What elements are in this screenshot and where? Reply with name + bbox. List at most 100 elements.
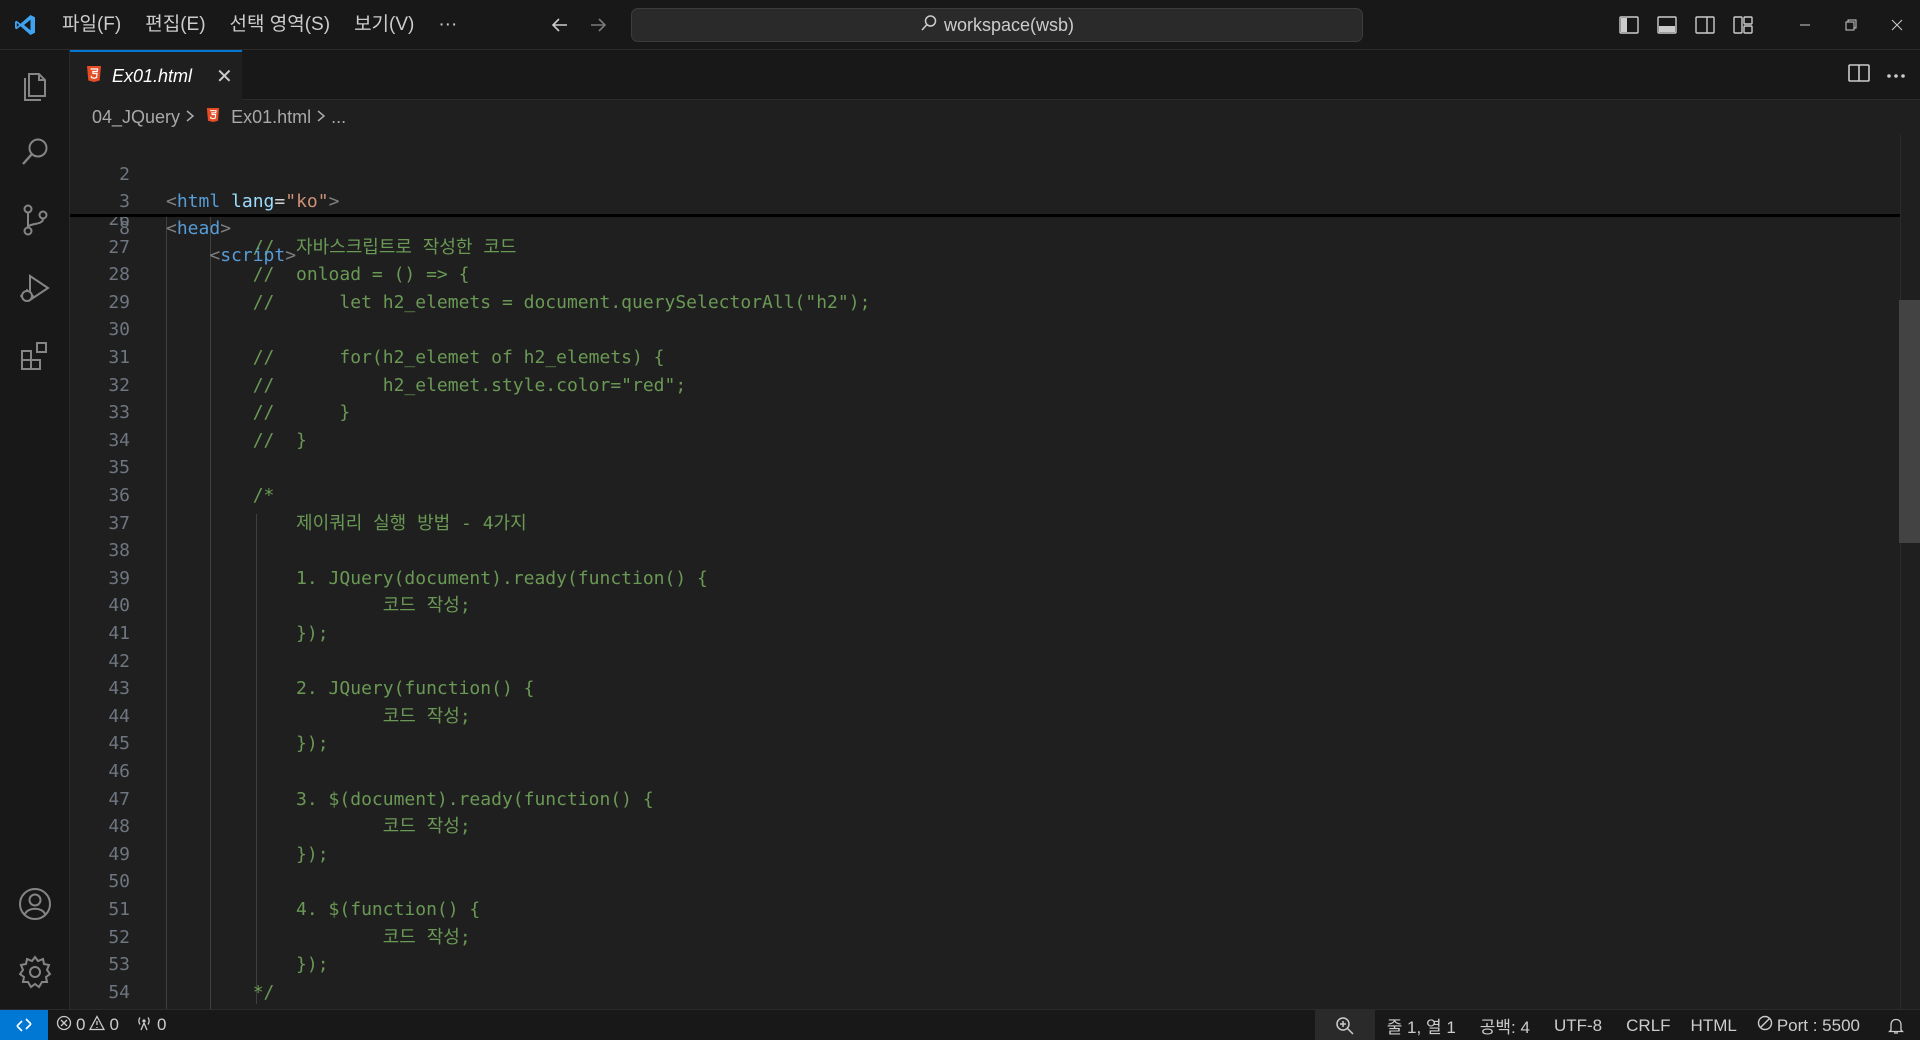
chevron-right-icon [185,107,195,128]
html5-icon [206,107,220,128]
code-line[interactable]: 33 // } [70,399,1900,426]
code-line[interactable]: 32 // h2_elemet.style.color="red"; [70,372,1900,399]
bell-icon[interactable] [1872,1010,1920,1040]
code-editor[interactable]: 2 <html lang="ko"> 3 <head> 8 <script> 2… [70,134,1920,1009]
menu-edit[interactable]: 편집(E) [133,0,217,50]
live-server-port[interactable]: Port : 5500 [1745,1010,1872,1040]
line-number: 32 [108,374,130,396]
line-number: 54 [108,981,130,1003]
tab-ex01-html[interactable]: Ex01.html ✕ [70,50,242,100]
command-center-search[interactable]: workspace(wsb) [631,8,1363,42]
line-number: 45 [108,733,130,755]
code-line[interactable]: 43 2. JQuery(function() { [70,675,1900,702]
run-debug-icon[interactable] [0,254,70,322]
language-mode[interactable]: HTML [1683,1010,1745,1040]
warning-icon [89,1014,106,1036]
code-line[interactable]: 52 코드 작성; [70,924,1900,951]
sticky-line[interactable]: 2 <html lang="ko"> [70,134,1900,212]
code-text: 제이쿼리 실행 방법 - 4가지 [166,512,527,534]
search-view-icon[interactable] [0,118,70,186]
code-text: /* [166,485,275,506]
code-line[interactable]: 40 코드 작성; [70,592,1900,619]
status-bar: 0 0 0 줄 1, 열 1 공백: 4 UTF-8 CRLF HTML Por… [0,1009,1920,1040]
line-number: 52 [108,926,130,948]
settings-gear-icon[interactable] [0,938,70,1006]
code-text: 코드 작성; [166,705,471,727]
line-number: 38 [108,540,130,562]
code-line[interactable]: 36 /* [70,482,1900,509]
menu-more[interactable]: ··· [426,0,469,50]
code-line[interactable]: 35 [70,454,1900,481]
forward-arrow-icon[interactable] [586,13,610,37]
title-bar: 파일(F) 편집(E) 선택 영역(S) 보기(V) ··· workspace… [0,0,1920,50]
eol-status[interactable]: CRLF [1614,1010,1682,1040]
code-line[interactable]: 27 // 자바스크립트로 작성한 코드 [70,234,1900,261]
restore-icon[interactable] [1828,0,1874,50]
ports-status[interactable]: 0 [127,1010,174,1040]
code-line[interactable]: 53 }); [70,951,1900,978]
tab-close-icon[interactable]: ✕ [216,64,233,89]
account-icon[interactable] [0,870,70,938]
vertical-scrollbar[interactable] [1900,134,1920,1009]
code-line[interactable]: 54 */ [70,979,1900,1006]
code-line[interactable]: 45 }); [70,730,1900,757]
navigation-arrows [548,0,610,50]
remote-indicator-icon[interactable] [0,1009,48,1040]
menu-file[interactable]: 파일(F) [50,0,133,50]
code-line[interactable]: 42 [70,648,1900,675]
code-line[interactable]: 34 // } [70,427,1900,454]
code-line[interactable]: 41 }); [70,620,1900,647]
explorer-icon[interactable] [0,50,70,118]
toggle-secondary-sidebar-icon[interactable] [1686,0,1724,50]
code-line[interactable]: 46 [70,758,1900,785]
code-text: }); [166,733,329,755]
vscode-logo-icon [0,0,50,50]
code-line[interactable]: 29 // let h2_elemets = document.querySel… [70,289,1900,316]
code-line[interactable]: 47 3. $(document).ready(function() { [70,786,1900,813]
source-control-icon[interactable] [0,186,70,254]
extensions-icon[interactable] [0,322,70,390]
code-line[interactable]: 39 1. JQuery(document).ready(function() … [70,565,1900,592]
sticky-line[interactable]: 8 <script> [70,188,1900,266]
customize-layout-icon[interactable] [1724,0,1762,50]
breadcrumb-folder[interactable]: 04_JQuery [92,107,180,128]
breadcrumb-file[interactable]: Ex01.html [231,107,311,128]
more-actions-icon[interactable] [1886,66,1906,84]
toggle-primary-sidebar-icon[interactable] [1610,0,1648,50]
html5-icon [86,65,102,88]
zoom-in-icon[interactable] [1314,1010,1375,1040]
error-icon [56,1015,72,1036]
code-line[interactable]: 51 4. $(function() { [70,896,1900,923]
code-line[interactable]: 30 [70,316,1900,343]
code-line[interactable]: 38 [70,537,1900,564]
sticky-scroll-shadow [70,214,1900,217]
line-number: 43 [108,678,130,700]
scrollbar-thumb[interactable] [1899,300,1920,543]
chevron-right-icon [316,107,326,128]
toggle-panel-icon[interactable] [1648,0,1686,50]
breadcrumb-more[interactable]: ... [331,107,346,128]
code-text: 2. JQuery(function() { [166,678,535,700]
close-window-icon[interactable] [1874,0,1920,50]
code-text: }); [166,623,329,644]
indentation-status[interactable]: 공백: 4 [1468,1010,1542,1040]
minimize-icon[interactable] [1782,0,1828,50]
code-line[interactable]: 31 // for(h2_elemet of h2_elemets) { [70,344,1900,371]
cursor-position[interactable]: 줄 1, 열 1 [1375,1010,1468,1040]
code-line[interactable]: 28 // onload = () => { [70,261,1900,288]
line-number: 33 [108,402,130,424]
menu-view[interactable]: 보기(V) [342,0,426,50]
encoding-status[interactable]: UTF-8 [1542,1010,1614,1040]
menu-selection[interactable]: 선택 영역(S) [218,0,343,50]
problems-status[interactable]: 0 0 [48,1010,127,1040]
code-line[interactable]: 37 제이쿼리 실행 방법 - 4가지 [70,510,1900,537]
code-line[interactable]: 44 코드 작성; [70,703,1900,730]
sticky-line[interactable]: 3 <head> [70,161,1900,239]
code-line[interactable]: 48 코드 작성; [70,813,1900,840]
code-text: // } [166,429,307,451]
split-editor-icon[interactable] [1848,63,1870,88]
code-line[interactable]: 49 }); [70,841,1900,868]
code-line[interactable]: 50 [70,868,1900,895]
code-text: */ [166,981,275,1003]
back-arrow-icon[interactable] [548,13,572,37]
